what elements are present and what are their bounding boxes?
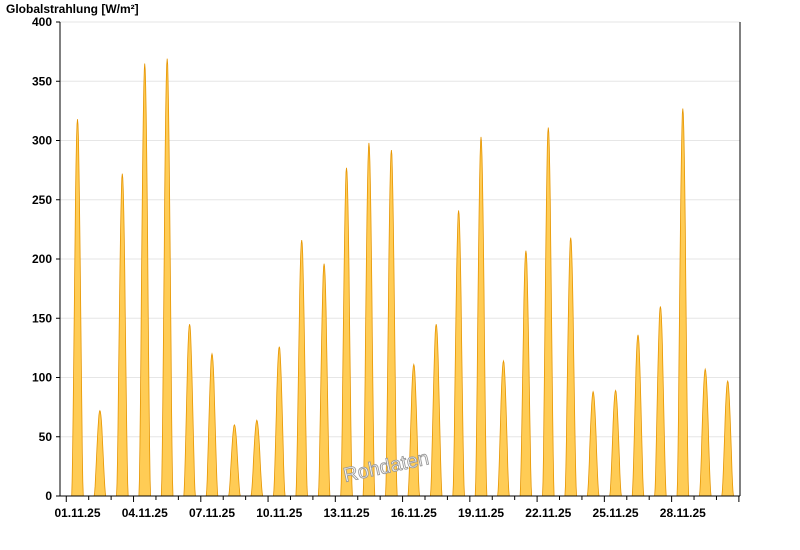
day-peak-13	[340, 167, 353, 497]
day-peak-30	[721, 379, 734, 497]
day-peak-12	[317, 263, 331, 497]
day-peak-26	[631, 334, 645, 497]
day-peak-24	[586, 390, 600, 497]
x-tick-label: 16.11.25	[391, 506, 437, 520]
day-peak-23	[564, 237, 578, 497]
day-peak-8	[228, 424, 241, 497]
x-ticks: 01.11.25 04.11.25 07.11.25 10.11.25 13.11.25…	[54, 496, 740, 520]
y-ticks: 0 50 100 150 200 250 300 350 400	[32, 15, 60, 503]
x-tick-label: 04.11.25	[122, 506, 168, 520]
y-tick-label: 0	[45, 489, 52, 503]
x-tick-label: 28.11.25	[660, 506, 706, 520]
day-peak-17	[429, 324, 443, 497]
y-tick-label: 250	[32, 193, 52, 207]
day-peak-16	[407, 363, 421, 497]
y-axis-title: Globalstrahlung [W/m²]	[6, 2, 139, 16]
day-peak-6	[183, 324, 196, 497]
day-peak-7	[205, 352, 219, 497]
y-tick-label: 350	[32, 74, 52, 88]
y-tick-label: 100	[32, 371, 52, 385]
y-tick-label: 150	[32, 311, 52, 325]
day-peak-22	[542, 127, 555, 497]
y-tick-label: 300	[32, 134, 52, 148]
plot-area	[71, 58, 734, 497]
day-peak-18	[452, 210, 465, 497]
day-peak-28	[676, 108, 690, 497]
day-peak-5	[160, 58, 174, 497]
day-peak-29	[698, 367, 712, 497]
day-peak-1	[71, 119, 84, 497]
x-tick-label: 01.11.25	[54, 506, 100, 520]
day-peak-2	[93, 409, 107, 497]
day-peak-4	[138, 63, 152, 497]
day-peak-9	[250, 419, 264, 497]
x-tick-label: 19.11.25	[458, 506, 504, 520]
x-tick-label: 22.11.25	[525, 506, 571, 520]
y-tick-label: 200	[32, 252, 52, 266]
y-tick-label: 400	[32, 15, 52, 29]
day-peak-3	[116, 173, 129, 497]
day-peak-25	[609, 389, 622, 497]
x-tick-label: 10.11.25	[256, 506, 302, 520]
day-peak-20	[497, 359, 510, 497]
day-peak-14	[362, 142, 376, 497]
day-peak-10	[272, 346, 286, 497]
day-peak-21	[519, 250, 533, 497]
x-tick-label: 13.11.25	[323, 506, 369, 520]
x-tick-label: 25.11.25	[593, 506, 639, 520]
day-peak-11	[295, 239, 308, 497]
day-peak-27	[654, 306, 667, 497]
x-tick-label: 07.11.25	[189, 506, 235, 520]
y-tick-label: 50	[39, 430, 53, 444]
day-peak-15	[385, 149, 398, 497]
chart: Globalstrahlung [W/m²] 0 50 100 150 200 250 30…	[6, 2, 741, 520]
day-peak-19	[474, 136, 488, 497]
